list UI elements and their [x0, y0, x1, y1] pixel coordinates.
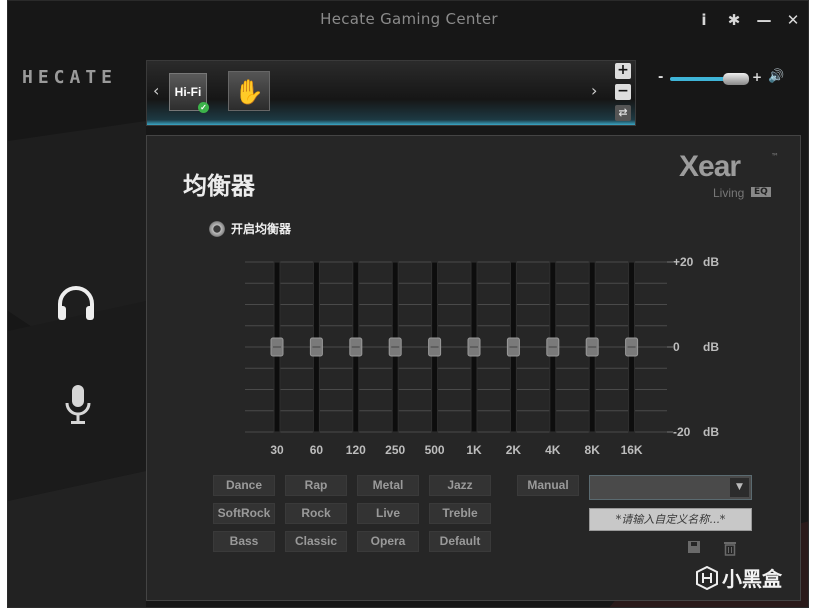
- preset-button-classic[interactable]: Classic: [285, 531, 347, 552]
- volume-control: - + 🔊: [658, 69, 794, 89]
- watermark: 小黑盒: [696, 563, 782, 592]
- volume-minus[interactable]: -: [658, 70, 663, 85]
- minimize-button[interactable]: —: [754, 11, 774, 29]
- custom-preset-dropdown[interactable]: ▼: [589, 475, 752, 500]
- preset-button-metal[interactable]: Metal: [357, 475, 419, 496]
- custom-name-input[interactable]: *请输入自定义名称...*: [589, 508, 752, 531]
- preset-button-opera[interactable]: Opera: [357, 531, 419, 552]
- eq-ytick-label: 0: [673, 340, 680, 354]
- eq-band-label: 250: [385, 443, 405, 457]
- watermark-text: 小黑盒: [722, 567, 782, 591]
- eq-ytick-label: -20: [673, 425, 691, 439]
- eq-band-label: 500: [425, 443, 445, 457]
- hecate-logo: HECATE: [22, 67, 118, 88]
- eq-band-label: 120: [346, 443, 366, 457]
- next-profile-arrow[interactable]: ›: [591, 81, 597, 100]
- prev-profile-arrow[interactable]: ‹: [153, 81, 159, 100]
- profile-hand-icon[interactable]: ✋: [228, 71, 270, 111]
- microphone-icon[interactable]: [63, 383, 93, 431]
- enable-equalizer-label: 开启均衡器: [231, 222, 292, 236]
- eq-band-label: 30: [270, 443, 284, 457]
- window-title: Hecate Gaming Center: [320, 10, 498, 28]
- remove-profile-button[interactable]: −: [615, 84, 631, 100]
- active-check-icon: ✓: [198, 102, 209, 113]
- volume-plus[interactable]: +: [752, 70, 762, 84]
- eq-yunit-label: dB: [703, 340, 719, 354]
- eq-yunit-label: dB: [703, 255, 719, 269]
- profile-strip: ‹ Hi-Fi ✓ ✋ › + − ⇄: [146, 60, 636, 126]
- profile-hifi[interactable]: Hi-Fi ✓: [169, 73, 209, 113]
- watermark-logo-icon: [696, 565, 718, 590]
- xear-logo: Xear ™ Living EQ: [679, 150, 779, 200]
- toggle-radio-icon: [209, 220, 225, 237]
- page-title: 均衡器: [183, 171, 255, 200]
- eq-band-label: 4K: [545, 443, 561, 457]
- equalizer-panel: 均衡器 Xear ™ Living EQ 开启均衡器 30 60 120 250 500…: [146, 135, 801, 601]
- preset-button-bass[interactable]: Bass: [213, 531, 275, 552]
- preset-button-live[interactable]: Live: [357, 503, 419, 524]
- preset-button-treble[interactable]: Treble: [429, 503, 491, 524]
- preset-button-rock[interactable]: Rock: [285, 503, 347, 524]
- preset-button-default[interactable]: Default: [429, 531, 491, 552]
- eq-band-label: 8K: [585, 443, 601, 457]
- delete-icon[interactable]: [723, 540, 737, 560]
- preset-button-rap[interactable]: Rap: [285, 475, 347, 496]
- add-profile-button[interactable]: +: [615, 63, 631, 79]
- speaker-icon[interactable]: 🔊: [768, 69, 784, 84]
- settings-gear-icon[interactable]: ✱: [724, 11, 744, 29]
- manual-button[interactable]: Manual: [517, 475, 579, 496]
- preset-button-dance[interactable]: Dance: [213, 475, 275, 496]
- save-icon[interactable]: [687, 540, 701, 558]
- equalizer-sliders: 30 60 120 250 500 1K 2K 4K 8K 16K +20 dB 0 dB -20 dB: [245, 255, 719, 457]
- enable-equalizer-toggle[interactable]: 开启均衡器: [209, 220, 291, 237]
- dropdown-arrow-icon[interactable]: ▼: [730, 478, 749, 497]
- swap-profile-icon[interactable]: ⇄: [615, 105, 631, 121]
- preset-button-softrock[interactable]: SoftRock: [213, 503, 275, 524]
- eq-band-label: 16K: [621, 443, 643, 457]
- volume-slider-knob[interactable]: [723, 73, 750, 85]
- eq-band-label: 2K: [506, 443, 522, 457]
- profile-hifi-label: Hi-Fi: [174, 85, 202, 99]
- preset-button-jazz[interactable]: Jazz: [429, 475, 491, 496]
- headphones-icon[interactable]: [54, 282, 98, 330]
- info-button[interactable]: i: [694, 11, 714, 29]
- app-window: Hecate Gaming Center i ✱ — ✕ HECATE ‹ Hi…: [7, 0, 809, 608]
- eq-yunit-label: dB: [703, 425, 719, 439]
- eq-band-label: 1K: [466, 443, 482, 457]
- eq-ytick-label: +20: [673, 255, 694, 269]
- eq-band-label: 60: [310, 443, 324, 457]
- close-button[interactable]: ✕: [783, 11, 803, 29]
